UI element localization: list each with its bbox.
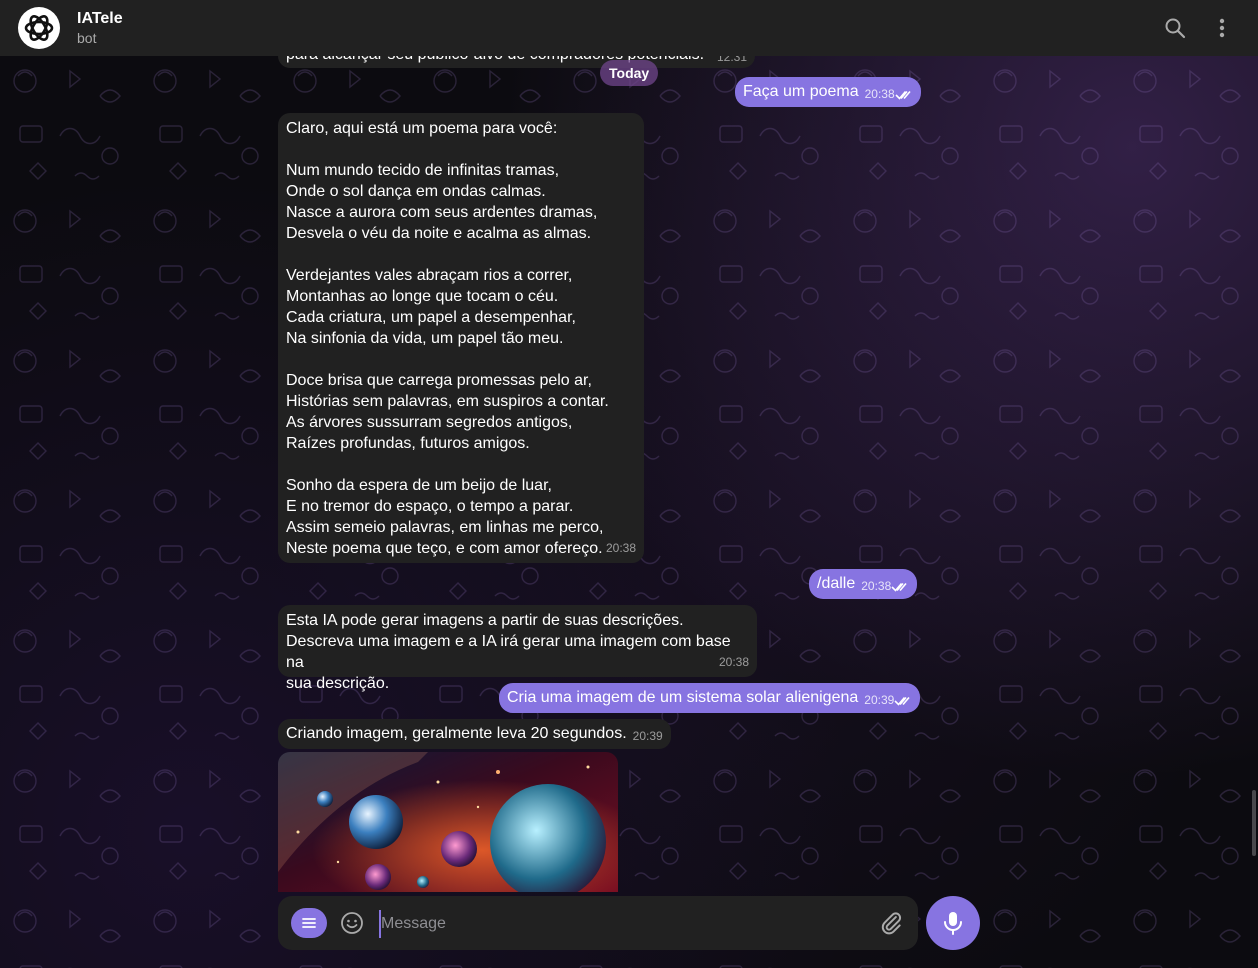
message-text: Cria uma imagem de um sistema solar alie… [507, 689, 859, 706]
message-text: Esta IA pode gerar imagens a partir de s… [286, 612, 731, 692]
microphone-icon [944, 912, 962, 935]
voice-record-button[interactable] [926, 896, 980, 950]
chat-title[interactable]: IATele [77, 10, 123, 28]
avatar[interactable] [18, 7, 60, 49]
message-text: Criando imagem, geralmente leva 20 segun… [286, 725, 627, 742]
paperclip-icon[interactable] [878, 910, 904, 936]
message-incoming[interactable]: Esta IA pode gerar imagens a partir de s… [278, 605, 757, 692]
message-text: Claro, aqui está um poema para você: Num… [286, 120, 609, 557]
openai-logo-icon [24, 15, 54, 41]
more-vertical-icon [1219, 18, 1225, 38]
search-icon [1165, 18, 1186, 39]
message-text: /dalle [817, 575, 856, 592]
chat-header: IATele bot [0, 0, 1258, 56]
alien-solar-system-image [278, 752, 618, 892]
more-options-button[interactable] [1208, 14, 1236, 42]
scrollbar-thumb[interactable] [1252, 790, 1256, 856]
date-separator: Today [600, 60, 659, 86]
emoji-icon[interactable] [340, 911, 364, 935]
double-check-icon [894, 696, 910, 706]
message-outgoing[interactable]: Cria uma imagem de um sistema solar alie… [499, 683, 921, 713]
message-composer [278, 896, 918, 950]
double-check-icon [895, 90, 911, 100]
message-meta: 20:38 [865, 84, 913, 105]
message-time: 20:38 [605, 541, 636, 555]
message-outgoing[interactable]: Faça um poema 20:38 [735, 77, 921, 107]
double-check-icon [891, 582, 907, 592]
message-time: 20:39 [632, 729, 663, 743]
search-button[interactable] [1161, 14, 1189, 42]
generated-image[interactable] [278, 752, 618, 892]
message-time: 20:38 [864, 87, 895, 101]
message-meta: 20:38 [861, 576, 909, 597]
bot-menu-button[interactable] [291, 908, 327, 938]
menu-icon [302, 918, 316, 928]
message-time: 20:38 [861, 579, 892, 593]
message-time: 20:38 [718, 655, 749, 669]
message-incoming[interactable]: Criando imagem, geralmente leva 20 segun… [278, 719, 671, 749]
message-incoming[interactable]: Claro, aqui está um poema para você: Num… [278, 113, 644, 563]
message-meta: 20:39 [864, 690, 912, 711]
message-input[interactable] [379, 910, 863, 938]
message-outgoing[interactable]: /dalle 20:38 [809, 569, 918, 599]
chat-subtitle: bot [77, 30, 97, 46]
message-text: Faça um poema [743, 83, 859, 100]
message-time: 20:39 [864, 693, 895, 707]
